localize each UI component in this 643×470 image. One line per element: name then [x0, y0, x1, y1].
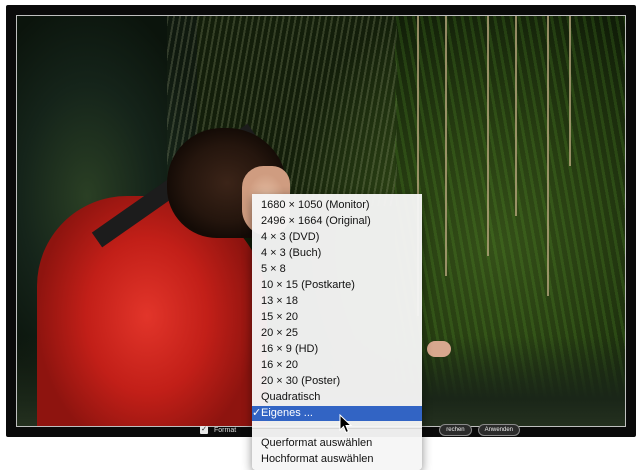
- format-checkbox-label[interactable]: Format: [214, 427, 236, 434]
- menu-item-20x30-poster[interactable]: 20 × 30 (Poster): [252, 374, 422, 389]
- checkbox-icon[interactable]: ✓: [200, 426, 208, 434]
- menu-item-quadratisch[interactable]: Quadratisch: [252, 390, 422, 405]
- menu-item-4x3-buch[interactable]: 4 × 3 (Buch): [252, 246, 422, 261]
- cancel-button[interactable]: rechen: [439, 424, 472, 436]
- format-dropdown-menu: 1680 × 1050 (Monitor) 2496 × 1664 (Origi…: [252, 194, 422, 470]
- menu-item-4x3-dvd[interactable]: 4 × 3 (DVD): [252, 230, 422, 245]
- menu-item-hochformat[interactable]: Hochformat auswählen: [252, 452, 422, 467]
- menu-item-querformat[interactable]: Querformat auswählen: [252, 436, 422, 451]
- checkmark-icon: ✓: [252, 407, 262, 419]
- menu-item-eigenes[interactable]: ✓ Eigenes ...: [252, 406, 422, 421]
- apply-button[interactable]: Anwenden: [477, 424, 520, 436]
- menu-item-eigenes-label: Eigenes ...: [261, 407, 313, 419]
- menu-item-5x8[interactable]: 5 × 8: [252, 262, 422, 277]
- menu-item-20x25[interactable]: 20 × 25: [252, 326, 422, 341]
- menu-item-2496x1664-original[interactable]: 2496 × 1664 (Original): [252, 214, 422, 229]
- mouse-pointer-icon: [339, 414, 353, 434]
- menu-item-15x20[interactable]: 15 × 20: [252, 310, 422, 325]
- menu-item-16x20[interactable]: 16 × 20: [252, 358, 422, 373]
- menu-item-13x18[interactable]: 13 × 18: [252, 294, 422, 309]
- menu-separator: [252, 428, 422, 429]
- photo-hand: [427, 341, 451, 357]
- menu-item-16x9-hd[interactable]: 16 × 9 (HD): [252, 342, 422, 357]
- menu-item-10x15-postkarte[interactable]: 10 × 15 (Postkarte): [252, 278, 422, 293]
- menu-item-1680x1050-monitor[interactable]: 1680 × 1050 (Monitor): [252, 198, 422, 213]
